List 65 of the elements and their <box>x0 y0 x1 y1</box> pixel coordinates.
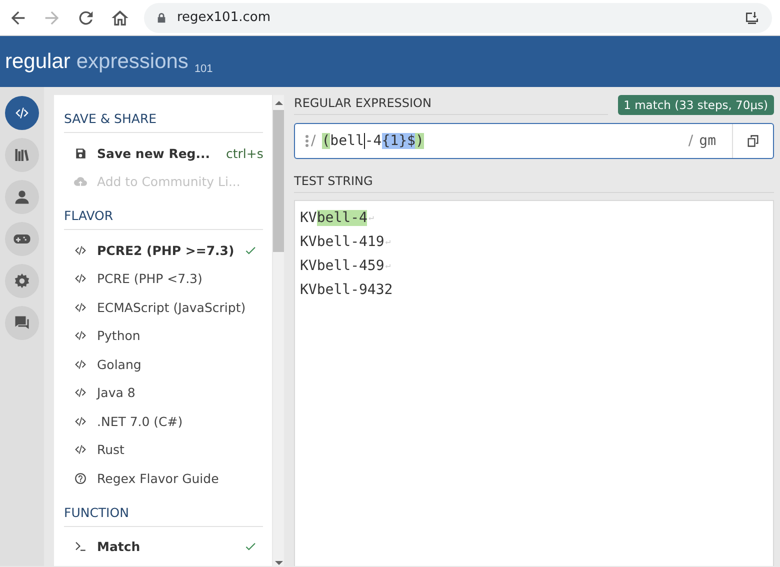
code-icon <box>74 414 87 428</box>
regex-flags[interactable]: gm <box>699 133 716 149</box>
settings-icon <box>13 272 31 290</box>
scroll-down-icon[interactable] <box>274 561 283 565</box>
regex-field[interactable]: / (bell-4{1}$) / gm <box>294 123 774 159</box>
sidebar-tab[interactable] <box>5 138 39 172</box>
terminal-icon <box>74 540 87 554</box>
code-icon <box>74 244 87 257</box>
logo-title: regular <box>5 50 70 74</box>
library-icon <box>13 146 31 164</box>
scroll-up-icon[interactable] <box>274 101 283 105</box>
sidebar-tab[interactable] <box>5 96 39 130</box>
code-icon <box>74 329 87 342</box>
menu-item[interactable]: Save new Reg... ctrl+s <box>64 139 264 168</box>
menu-item[interactable]: Golang <box>64 350 264 378</box>
menu-item[interactable]: Python <box>64 322 264 350</box>
regex-text: (bell-4{1}$) <box>322 133 425 149</box>
test-line: KVbell-419 <box>300 234 384 250</box>
newline-mark: ↵ <box>385 261 391 271</box>
drag-handle-icon[interactable] <box>305 135 309 147</box>
regex-delimiter: / <box>688 133 694 149</box>
scrollbar[interactable] <box>273 95 284 566</box>
menu-item[interactable]: Java 8 <box>64 378 264 407</box>
newline-mark: ↵ <box>368 213 374 223</box>
test-string-field[interactable]: KVbell-4↵ KVbell-419↵ KVbell-459↵ KVbell-9432 <box>294 200 774 566</box>
menu-item[interactable]: Rust <box>64 436 264 464</box>
user-icon <box>13 188 31 206</box>
code-icon <box>74 358 87 371</box>
lock-icon <box>156 12 167 24</box>
test-line: KVbell-4 <box>300 210 368 226</box>
code-icon <box>74 300 87 314</box>
test-line: KVbell-9432 <box>300 282 393 298</box>
section-heading: REGULAR EXPRESSION <box>294 96 608 114</box>
help-icon <box>74 472 87 485</box>
section-heading: TEST STRING <box>294 174 774 192</box>
copy-icon[interactable] <box>746 134 760 148</box>
address-bar[interactable]: regex101.com <box>144 2 772 32</box>
sidebar-tab[interactable] <box>5 180 39 214</box>
menu-item[interactable]: ECMAScript (JavaScript) <box>64 293 264 322</box>
cloud-upload-icon <box>74 175 87 188</box>
menu-item[interactable]: Match <box>64 532 264 561</box>
newline-mark: ↵ <box>385 237 391 247</box>
code-icon <box>74 443 87 456</box>
menu-item[interactable]: PCRE2 (PHP >=7.3) <box>64 236 264 264</box>
section-heading: FUNCTION <box>64 492 264 526</box>
sidebar-tab[interactable] <box>5 222 39 256</box>
sidebar-tab[interactable] <box>5 264 39 298</box>
menu-item[interactable]: .NET 7.0 (C#) <box>64 407 264 436</box>
home-icon[interactable] <box>110 8 130 28</box>
code-icon <box>74 272 87 286</box>
menu-item[interactable]: PCRE (PHP <7.3) <box>64 264 264 293</box>
section-heading: FLAVOR <box>64 196 264 230</box>
match-info-badge: 1 match (33 steps, 70µs) <box>618 95 774 115</box>
install-icon[interactable] <box>744 10 760 26</box>
logo-version: 101 <box>194 62 213 74</box>
regex-delimiter: / <box>311 133 316 149</box>
test-line: KVbell-459 <box>300 258 384 274</box>
sidebar-tab[interactable] <box>5 306 39 340</box>
save-icon <box>74 146 87 160</box>
logo-subtitle: expressions <box>76 50 188 74</box>
menu-item[interactable]: Regex Flavor Guide <box>64 464 264 492</box>
section-heading: SAVE & SHARE <box>64 99 264 133</box>
url-text: regex101.com <box>177 10 272 25</box>
code-icon <box>74 386 87 400</box>
chat-icon <box>13 314 31 332</box>
